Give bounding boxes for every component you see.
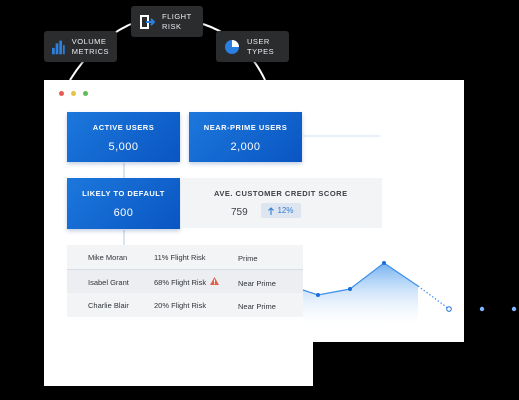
likely-to-default-card[interactable]: LIKELY TO DEFAULT 600 — [67, 178, 180, 229]
user-type: Near Prime — [238, 279, 276, 288]
credit-score-value: 759 — [231, 207, 248, 218]
near-prime-users-title: NEAR-PRIME USERS — [203, 123, 288, 132]
table-row[interactable]: Charlie Blair 20% Flight Risk Near Prime — [67, 293, 303, 317]
exit-door-icon — [140, 14, 155, 29]
user-type: Prime — [238, 254, 258, 263]
arrow-up-icon — [268, 206, 275, 215]
likely-to-default-value: 600 — [113, 207, 134, 219]
active-users-value: 5,000 — [108, 141, 139, 153]
credit-score-change: 12% — [277, 206, 294, 215]
volume-metrics-badge[interactable]: VOLUME METRICS — [44, 31, 117, 62]
flight-risk: 11% Flight Risk — [154, 253, 206, 262]
volume-metrics-label: VOLUME METRICS — [71, 36, 109, 56]
users-table: Mike Moran 11% Flight Risk Prime Isabel … — [67, 245, 303, 317]
credit-score-change-badge: 12% — [261, 203, 301, 218]
credit-score-panel: AVE. CUSTOMER CREDIT SCORE 759 12% — [181, 178, 382, 228]
active-users-card[interactable]: ACTIVE USERS 5,000 — [67, 112, 180, 162]
active-users-title: ACTIVE USERS — [92, 123, 155, 132]
user-type: Near Prime — [238, 302, 276, 311]
user-types-label: USER TYPES — [247, 36, 275, 56]
credit-score-title: AVE. CUSTOMER CREDIT SCORE — [214, 189, 348, 198]
flight-risk: 68% Flight Risk — [154, 278, 207, 287]
floating-dot — [479, 306, 485, 312]
flight-risk-badge[interactable]: FLIGHT RISK — [131, 6, 203, 37]
likely-to-default-title: LIKELY TO DEFAULT — [82, 189, 165, 198]
floating-dot — [511, 306, 517, 312]
near-prime-users-value: 2,000 — [230, 141, 261, 153]
user-types-badge[interactable]: USER TYPES — [216, 31, 289, 62]
user-name: Charlie Blair — [88, 301, 129, 310]
user-name: Mike Moran — [88, 253, 128, 262]
near-prime-users-card[interactable]: NEAR-PRIME USERS 2,000 — [189, 112, 302, 162]
user-name: Isabel Grant — [88, 278, 129, 287]
pie-chart-icon — [225, 39, 239, 54]
warning-icon — [210, 277, 219, 285]
table-row[interactable]: Isabel Grant 68% Flight Risk Near Prime — [67, 269, 303, 295]
flight-risk: 20% Flight Risk — [154, 301, 207, 310]
minimize-dot[interactable] — [71, 91, 76, 96]
maximize-dot[interactable] — [83, 91, 88, 96]
flight-risk-label: FLIGHT RISK — [162, 11, 192, 31]
table-row[interactable]: Mike Moran 11% Flight Risk Prime — [67, 245, 303, 269]
close-dot[interactable] — [59, 91, 64, 96]
bar-chart-icon — [52, 40, 65, 54]
dashboard-window-lower — [44, 340, 313, 386]
